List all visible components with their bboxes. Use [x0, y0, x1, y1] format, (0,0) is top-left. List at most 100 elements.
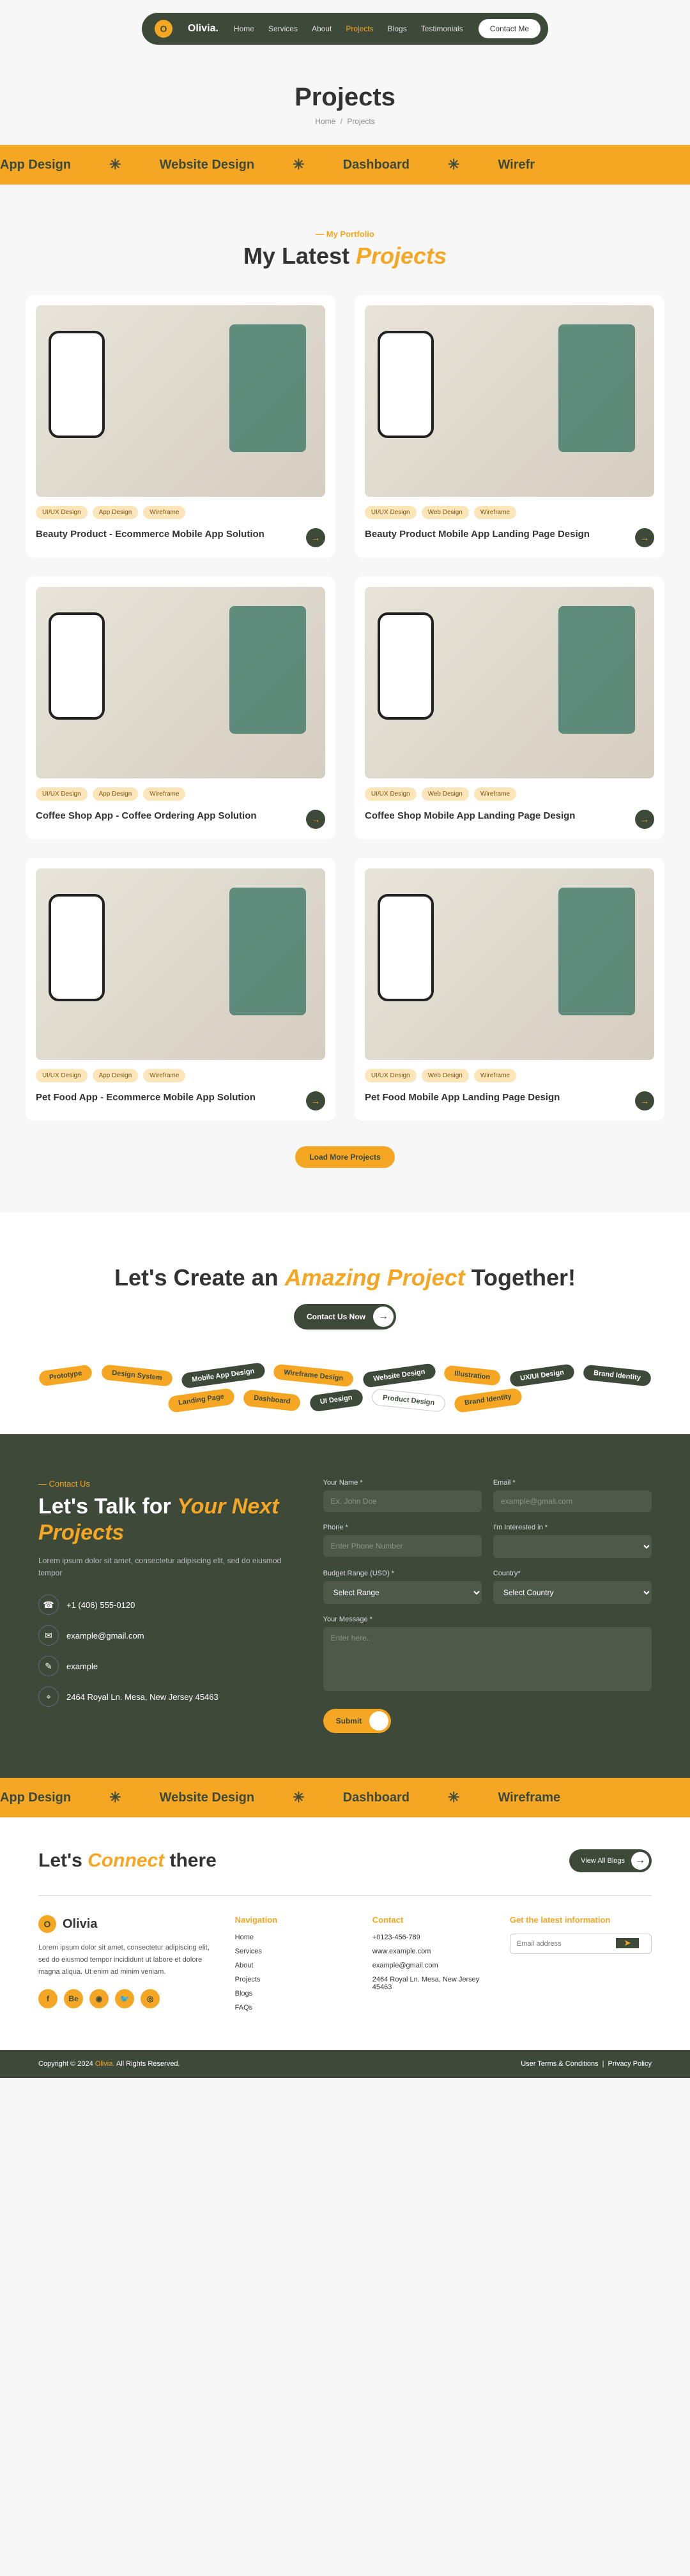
- footer-link[interactable]: Blogs: [235, 1990, 353, 1997]
- label-name: Your Name *: [323, 1479, 482, 1487]
- privacy-link[interactable]: Privacy Policy: [608, 2060, 652, 2068]
- brand-name: Olivia.: [188, 23, 218, 34]
- project-card: UI/UX DesignApp DesignWireframePet Food …: [26, 858, 335, 1121]
- section-tag: — My Portfolio: [26, 229, 664, 239]
- country-field[interactable]: Select Country: [493, 1581, 652, 1604]
- crumb-current: Projects: [347, 117, 374, 126]
- project-tag: UI/UX Design: [36, 1069, 88, 1082]
- newsletter-input[interactable]: [510, 1934, 614, 1953]
- footer-link[interactable]: Home: [235, 1934, 353, 1941]
- strip-item: Dashboard: [343, 1791, 410, 1805]
- social-icon[interactable]: ◉: [89, 1989, 109, 2008]
- asterisk-icon: ✳: [293, 156, 304, 173]
- footer-contact-line: +0123-456-789: [372, 1934, 491, 1941]
- nav-link-services[interactable]: Services: [268, 24, 298, 33]
- open-project-button[interactable]: →: [635, 528, 654, 547]
- label-email: Email *: [493, 1479, 652, 1487]
- nav-link-about[interactable]: About: [312, 24, 332, 33]
- contact-tag: — Contact Us: [38, 1479, 291, 1489]
- interest-field[interactable]: [493, 1535, 652, 1558]
- crumb-home[interactable]: Home: [315, 117, 335, 126]
- social-icon[interactable]: Be: [64, 1989, 83, 2008]
- message-field[interactable]: [323, 1627, 652, 1691]
- newsletter-submit[interactable]: ➤: [616, 1938, 639, 1948]
- crumb-sep: /: [341, 117, 342, 126]
- footer-link[interactable]: About: [235, 1962, 353, 1969]
- contact-info-row: ⌖2464 Royal Ln. Mesa, New Jersey 45463: [38, 1686, 291, 1707]
- contact-me-button[interactable]: Contact Me: [479, 19, 540, 38]
- project-tag: UI/UX Design: [365, 787, 417, 801]
- project-card: UI/UX DesignWeb DesignWireframeBeauty Pr…: [355, 295, 664, 557]
- project-card: UI/UX DesignWeb DesignWireframePet Food …: [355, 858, 664, 1121]
- project-title: Beauty Product - Ecommerce Mobile App So…: [36, 528, 264, 541]
- project-tag: UI/UX Design: [365, 506, 417, 519]
- footer-link[interactable]: FAQs: [235, 2004, 353, 2012]
- project-card: UI/UX DesignWeb DesignWireframeCoffee Sh…: [355, 577, 664, 839]
- open-project-button[interactable]: →: [635, 810, 654, 829]
- label-message: Your Message *: [323, 1616, 652, 1623]
- info-icon: ☎: [38, 1595, 59, 1615]
- arrow-icon: →: [369, 1711, 388, 1731]
- name-field[interactable]: [323, 1490, 482, 1512]
- label-phone: Phone *: [323, 1524, 482, 1531]
- nav-link-projects[interactable]: Projects: [346, 24, 373, 33]
- info-icon: ⌖: [38, 1686, 59, 1707]
- chip: Prototype: [38, 1365, 93, 1387]
- open-project-button[interactable]: →: [306, 1091, 325, 1110]
- label-budget: Budget Range (USD) *: [323, 1570, 482, 1577]
- open-project-button[interactable]: →: [306, 810, 325, 829]
- footer-link[interactable]: Projects: [235, 1976, 353, 1983]
- cta-title: Let's Create an Amazing Project Together…: [26, 1264, 664, 1291]
- nav-link-home[interactable]: Home: [234, 24, 254, 33]
- social-icon[interactable]: ◎: [141, 1989, 160, 2008]
- email-field[interactable]: [493, 1490, 652, 1512]
- project-tag: Wireframe: [143, 787, 185, 801]
- project-thumb: [36, 868, 325, 1060]
- nav-link-testimonials[interactable]: Testimonials: [421, 24, 463, 33]
- open-project-button[interactable]: →: [635, 1091, 654, 1110]
- footer-contact-line: www.example.com: [372, 1948, 491, 1955]
- logo-icon: O: [155, 20, 172, 38]
- asterisk-icon: ✳: [448, 156, 459, 173]
- submit-button[interactable]: Submit →: [323, 1709, 392, 1733]
- strip-item: App Design: [0, 158, 71, 172]
- project-tag: UI/UX Design: [365, 1069, 417, 1082]
- cta-section: Let's Create an Amazing Project Together…: [0, 1213, 690, 1434]
- chips-row: PrototypeDesign SystemMobile App DesignW…: [26, 1355, 664, 1434]
- open-project-button[interactable]: →: [306, 528, 325, 547]
- contact-us-button[interactable]: Contact Us Now →: [294, 1304, 396, 1330]
- strip-item: Website Design: [160, 158, 255, 172]
- chip: Dashboard: [243, 1390, 302, 1412]
- nav-pill: O Olivia. Home Services About Projects Blogs…: [142, 13, 548, 45]
- terms-link[interactable]: User Terms & Conditions: [521, 2060, 598, 2068]
- strip-item: Website Design: [160, 1791, 255, 1805]
- budget-field[interactable]: Select Range: [323, 1581, 482, 1604]
- social-icon[interactable]: f: [38, 1989, 57, 2008]
- footer-link[interactable]: Services: [235, 1948, 353, 1955]
- asterisk-icon: ✳: [109, 156, 121, 173]
- footer-contact-line: example@gmail.com: [372, 1962, 491, 1969]
- marquee-bottom: App Design✳Website Design✳Dashboard✳Wire…: [0, 1778, 690, 1817]
- project-title: Coffee Shop Mobile App Landing Page Desi…: [365, 810, 575, 822]
- info-text: example@gmail.com: [66, 1631, 144, 1640]
- nav-links: Home Services About Projects Blogs Testimonia…: [234, 24, 463, 33]
- project-thumb: [36, 305, 325, 497]
- contact-section: — Contact Us Let's Talk for Your Next Pr…: [0, 1434, 690, 1778]
- project-tag: App Design: [93, 506, 139, 519]
- phone-field[interactable]: [323, 1535, 482, 1557]
- project-tag: UI/UX Design: [36, 506, 88, 519]
- project-tag: App Design: [93, 787, 139, 801]
- project-tag: Web Design: [422, 1069, 469, 1082]
- load-more-button[interactable]: Load More Projects: [295, 1146, 394, 1168]
- contact-info-row: ✉example@gmail.com: [38, 1625, 291, 1646]
- project-title: Pet Food Mobile App Landing Page Design: [365, 1091, 560, 1104]
- project-title: Coffee Shop App - Coffee Ordering App So…: [36, 810, 257, 822]
- chip: Website Design: [362, 1363, 436, 1388]
- contact-blurb: Lorem ipsum dolor sit amet, consectetur …: [38, 1555, 291, 1579]
- nav-link-blogs[interactable]: Blogs: [388, 24, 407, 33]
- footer-desc: Lorem ipsum dolor sit amet, consectetur …: [38, 1942, 216, 1978]
- view-blogs-button[interactable]: View All Blogs →: [569, 1849, 652, 1872]
- nav-head: Navigation: [235, 1915, 353, 1925]
- chip: Product Design: [371, 1388, 445, 1413]
- social-icon[interactable]: 🐦: [115, 1989, 134, 2008]
